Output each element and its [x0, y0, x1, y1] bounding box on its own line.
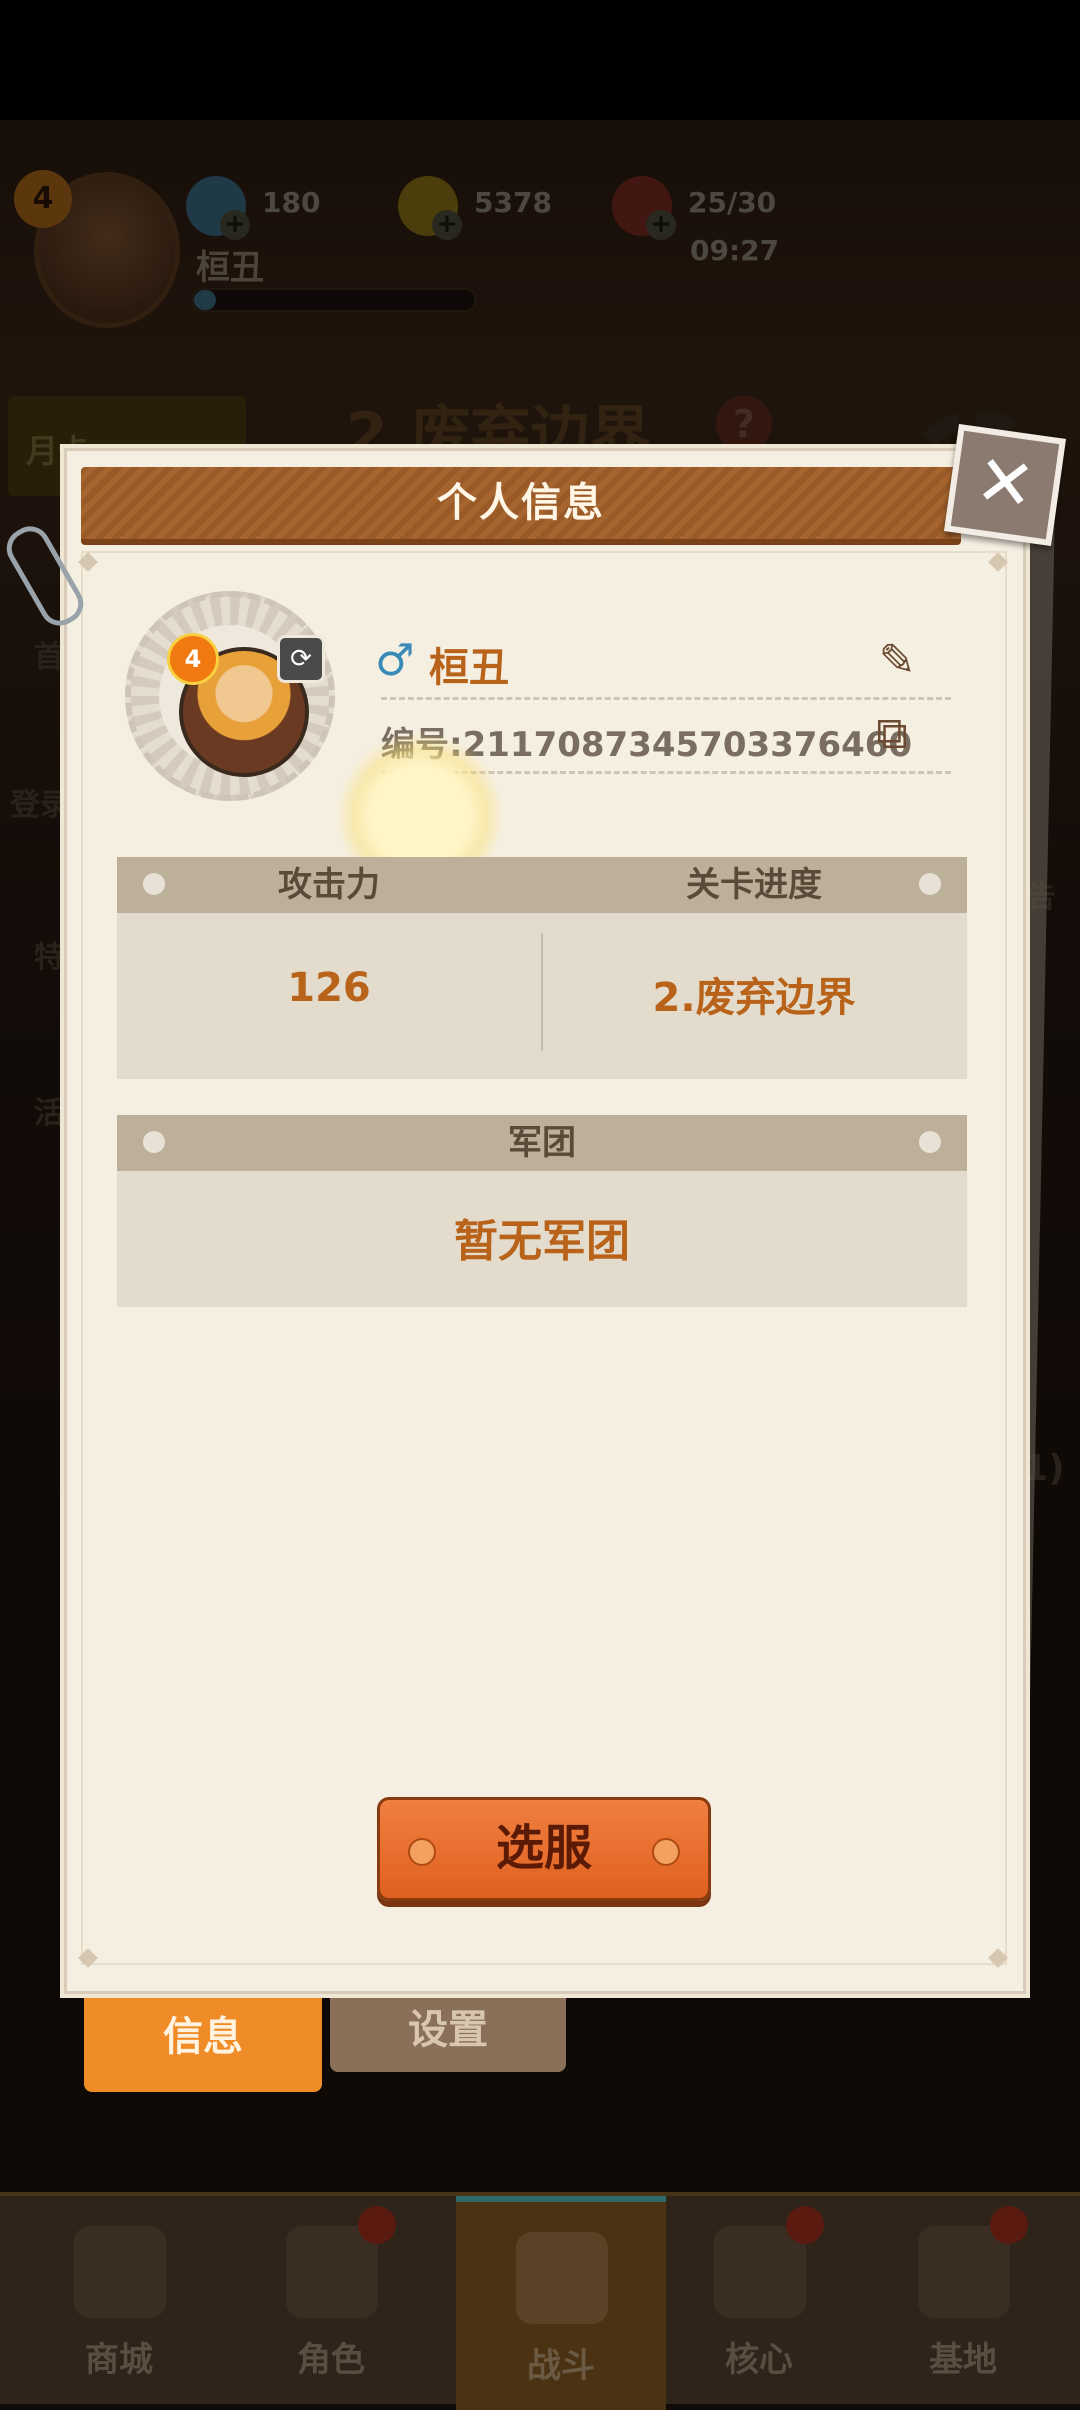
- nav-label: 基地: [929, 2340, 997, 2380]
- stage-progress-label: 关卡进度: [686, 865, 822, 905]
- nav-base[interactable]: 基地: [858, 2196, 1068, 2404]
- divider: [381, 697, 951, 700]
- tab-info[interactable]: 信息: [84, 1990, 322, 2092]
- stats-header: 攻击力 关卡进度: [117, 857, 967, 913]
- nav-core[interactable]: 核心: [654, 2196, 864, 2404]
- select-server-label: 选服: [495, 1820, 592, 1876]
- attack-label: 攻击力: [278, 865, 380, 905]
- legion-header: 军团: [117, 1115, 967, 1171]
- stats-block: 攻击力 关卡进度 126 2.废弃边界: [117, 857, 967, 1079]
- notification-dot: [990, 2206, 1028, 2244]
- nav-shop[interactable]: 商城: [14, 2196, 224, 2404]
- nav-label: 核心: [725, 2340, 793, 2380]
- attack-value: 126: [287, 965, 371, 1011]
- profile-level-badge: 4: [167, 633, 219, 685]
- crossed-guns-icon: [516, 2232, 608, 2324]
- bottom-nav: 商城 角色 战斗 核心 基地: [0, 2192, 1080, 2410]
- edit-name-icon[interactable]: ✎: [873, 637, 921, 685]
- legion-label: 军团: [508, 1123, 576, 1163]
- select-server-button[interactable]: 选服: [377, 1797, 711, 1901]
- legion-block: 军团 暂无军团: [117, 1115, 967, 1307]
- nav-character[interactable]: 角色: [226, 2196, 436, 2404]
- nav-battle[interactable]: 战斗: [456, 2196, 666, 2410]
- change-avatar-icon[interactable]: ⟳: [277, 635, 325, 683]
- copy-id-icon[interactable]: ⧉: [867, 709, 917, 759]
- dialog-title: 个人信息: [437, 480, 605, 526]
- profile-dialog: 个人信息 ✕ 4 ⟳ ♂ 桓丑 ✎ 编号:2117087345703376460…: [0, 424, 1066, 1994]
- close-icon: ✕: [970, 438, 1041, 528]
- nav-label: 战斗: [527, 2346, 595, 2386]
- nav-label: 商城: [85, 2340, 153, 2380]
- tab-settings[interactable]: 设置: [330, 1990, 566, 2072]
- legion-value: 暂无军团: [454, 1216, 630, 1267]
- nav-label: 角色: [297, 2340, 365, 2380]
- profile-name: 桓丑: [429, 645, 509, 691]
- dialog-header: 个人信息: [81, 467, 961, 545]
- close-button[interactable]: ✕: [944, 424, 1066, 546]
- shop-icon: [74, 2226, 166, 2318]
- stage-progress-value: 2.废弃边界: [652, 975, 856, 1021]
- male-gender-icon: ♂: [375, 635, 415, 686]
- notification-dot: [786, 2206, 824, 2244]
- notification-dot: [358, 2206, 396, 2244]
